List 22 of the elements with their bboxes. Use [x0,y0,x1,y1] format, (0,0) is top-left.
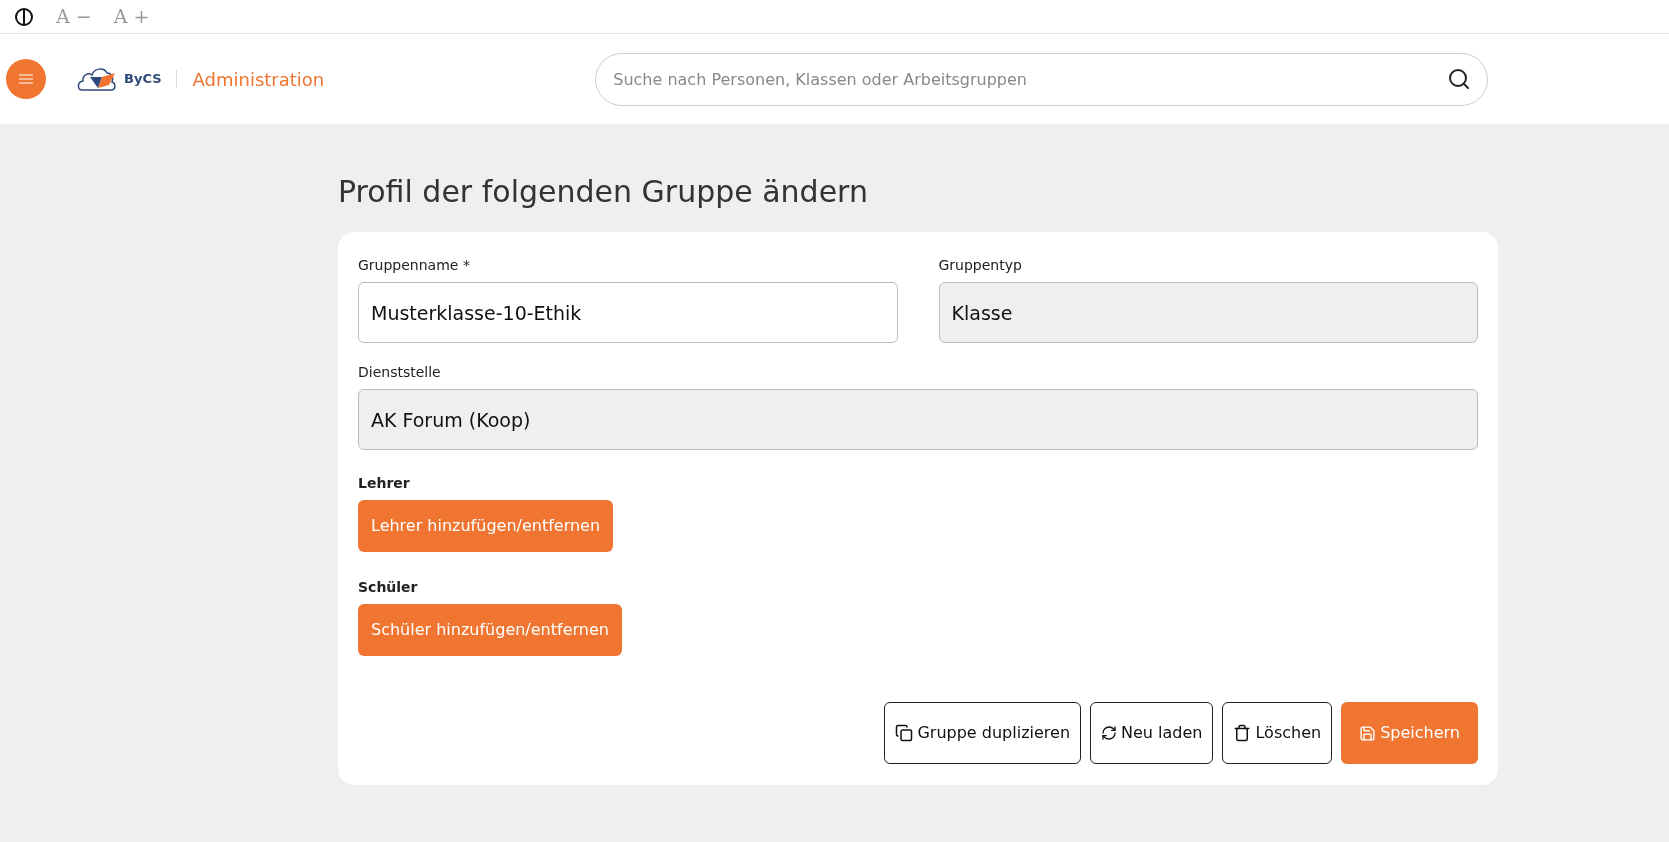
app-title: Administration [192,67,325,92]
menu-button[interactable] [6,59,46,99]
section-label: Lehrer [358,474,410,492]
section-label: Schüler [358,578,418,596]
copy-icon [895,724,914,742]
menu-icon [19,74,33,84]
text-field[interactable]: Musterklasse-10-Ethik [358,282,898,343]
save-icon [1359,724,1377,742]
action-button[interactable]: Neu laden [1090,702,1214,764]
field-label: Gruppentyp [938,256,1023,274]
action-button[interactable]: Gruppe duplizieren [884,702,1082,764]
search-field[interactable]: Suche nach Personen, Klassen oder Arbeitsgruppen [595,52,1489,106]
cloud-logo-icon [76,66,118,92]
field-label: Dienststelle [358,363,442,381]
refresh-icon [1101,725,1118,741]
page-title: Profil der folgenden Gruppe ändern [338,173,869,211]
field-label: Gruppenname * [358,256,471,274]
trash-icon [1233,724,1252,742]
search-icon[interactable] [1447,66,1472,91]
contrast-icon[interactable] [14,6,34,27]
logo-text: ByCS [124,70,162,89]
action-button[interactable]: Löschen [1222,702,1333,764]
